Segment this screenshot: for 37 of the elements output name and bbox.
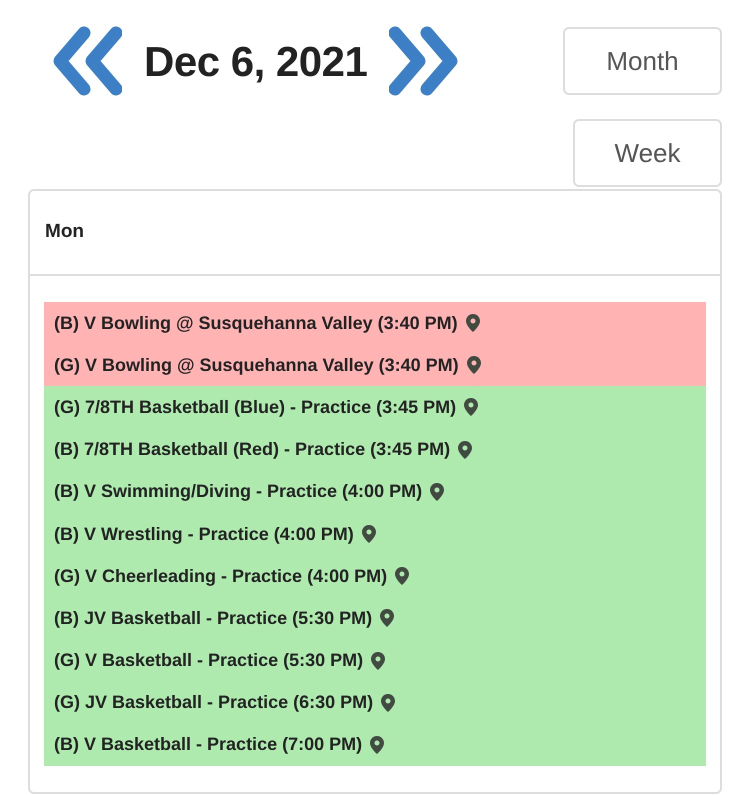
event-title: (G) JV Basketball - Practice (6:30 PM) [54, 691, 374, 714]
event-title: (B) V Basketball - Practice (7:00 PM) [54, 733, 362, 756]
map-pin-icon [362, 525, 376, 544]
event-title: (G) 7/8TH Basketball (Blue) - Practice (3:45 PM) [54, 396, 456, 419]
event-title: (G) V Bowling @ Susquehanna Valley (3:40 PM) [54, 354, 459, 377]
map-pin-icon [466, 356, 481, 374]
map-pin-icon [370, 736, 384, 754]
map-pin-icon [430, 482, 444, 501]
event-title: (B) JV Basketball - Practice (5:30 PM) [54, 606, 372, 630]
map-pin-icon [371, 652, 386, 670]
map-pin-icon [381, 694, 396, 712]
event-row[interactable]: (G) V Cheerleading - Practice (4:00 PM) [44, 555, 706, 598]
event-row[interactable]: (B) V Basketball - Practice (7:00 PM) [44, 724, 706, 766]
map-pin-icon [395, 567, 410, 586]
event-title: (B) 7/8TH Basketball (Red) - Practice (3:45 PM) [54, 438, 450, 462]
event-row[interactable]: (B) V Bowling @ Susquehanna Valley (3:40 PM) [44, 302, 706, 344]
map-pin-icon [458, 440, 472, 459]
view-button[interactable]: Week [573, 119, 722, 187]
event-row[interactable]: (B) 7/8TH Basketball (Red) - Practice (3:45 PM) [44, 428, 706, 471]
event-title: (B) V Wrestling - Practice (4:00 PM) [54, 522, 354, 546]
map-pin-icon [464, 398, 478, 416]
day-label: Mon [45, 220, 84, 244]
event-title: (B) V Bowling @ Susquehanna Valley (3:40 PM) [54, 312, 458, 335]
event-row[interactable]: (B) V Wrestling - Practice (4:00 PM) [44, 512, 706, 556]
event-row[interactable]: (B) V Swimming/Diving - Practice (4:00 PM) [44, 470, 706, 513]
event-title: (B) V Swimming/Diving - Practice (4:00 PM) [54, 480, 422, 504]
event-row[interactable]: (G) V Bowling @ Susquehanna Valley (3:40 PM) [44, 344, 706, 386]
event-row[interactable]: (G) V Basketball - Practice (5:30 PM) [44, 640, 706, 682]
event-row[interactable]: (B) JV Basketball - Practice (5:30 PM) [44, 597, 706, 640]
map-pin-icon [380, 609, 394, 628]
event-title: (G) V Cheerleading - Practice (4:00 PM) [54, 564, 388, 588]
event-row[interactable]: (G) JV Basketball - Practice (6:30 PM) [44, 682, 706, 724]
event-row[interactable]: (G) 7/8TH Basketball (Blue) - Practice (3:45 PM) [44, 386, 706, 429]
view-button[interactable]: Month [563, 27, 722, 95]
map-pin-icon [466, 314, 480, 332]
current-date: Dec 6, 2021 [144, 36, 368, 86]
event-title: (G) V Basketball - Practice (5:30 PM) [54, 649, 364, 672]
